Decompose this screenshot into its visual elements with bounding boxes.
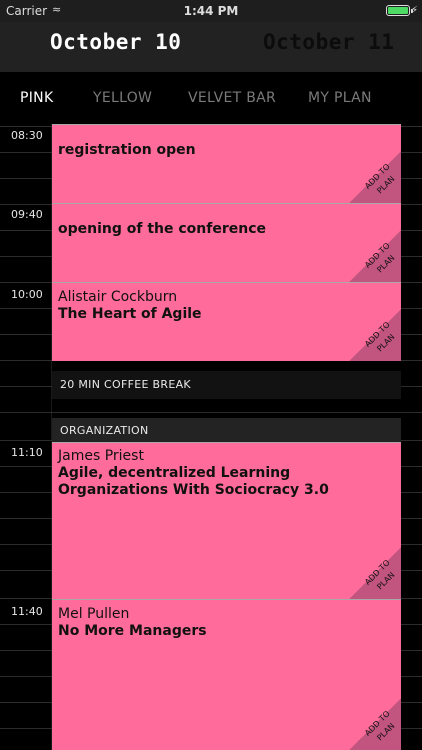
venue-tab-bar: PINK YELLOW VELVET BAR MY PLAN <box>0 72 422 124</box>
time-label: 11:40 <box>11 605 43 618</box>
session-title: Agile, decentralized Learning Organizati… <box>58 465 329 498</box>
session-card-opening[interactable]: opening of the conference ADD TO PLAN <box>52 203 401 282</box>
status-bar: Carrier ≈ 1:44 PM ⚡ <box>0 0 422 22</box>
session-title: No More Managers <box>58 623 207 639</box>
session-card-no-more-managers[interactable]: Mel Pullen No More Managers ADD TO PLAN <box>52 599 401 750</box>
date-tab-october-10[interactable]: October 10 <box>50 30 181 54</box>
grid-line <box>0 412 422 413</box>
coffee-break-label: 20 MIN COFFEE BREAK <box>60 378 191 391</box>
tab-velvet-bar[interactable]: VELVET BAR <box>188 90 276 106</box>
add-to-plan-label: ADD TO PLAN <box>363 162 397 196</box>
tab-my-plan[interactable]: MY PLAN <box>308 90 372 106</box>
add-to-plan-button[interactable]: ADD TO PLAN <box>349 230 401 282</box>
time-label: 10:00 <box>11 288 43 301</box>
time-label: 09:40 <box>11 208 43 221</box>
add-to-plan-button[interactable]: ADD TO PLAN <box>349 309 401 361</box>
add-to-plan-button[interactable]: ADD TO PLAN <box>349 698 401 750</box>
session-card-sociocracy[interactable]: James Priest Agile, decentralized Learni… <box>52 442 401 599</box>
add-to-plan-button[interactable]: ADD TO PLAN <box>349 151 401 203</box>
add-to-plan-label: ADD TO PLAN <box>363 320 397 354</box>
add-to-plan-label: ADD TO PLAN <box>363 558 397 592</box>
date-tab-bar: October 10 October 11 <box>0 22 422 72</box>
coffee-break-row: 20 MIN COFFEE BREAK <box>52 371 401 399</box>
add-to-plan-label: ADD TO PLAN <box>363 241 397 275</box>
date-tab-october-11[interactable]: October 11 <box>263 30 394 54</box>
add-to-plan-button[interactable]: ADD TO PLAN <box>349 547 401 599</box>
session-speaker: Mel Pullen <box>58 606 130 622</box>
charging-icon: ⚡ <box>410 5 418 16</box>
session-title: The Heart of Agile <box>58 306 202 322</box>
schedule-list[interactable]: 08:30 09:40 10:00 11:10 11:40 registrati… <box>0 124 422 750</box>
session-speaker: Alistair Cockburn <box>58 289 178 305</box>
time-label: 08:30 <box>11 129 43 142</box>
battery-icon <box>386 5 413 16</box>
session-card-registration[interactable]: registration open ADD TO PLAN <box>52 124 401 203</box>
section-label: ORGANIZATION <box>60 424 149 437</box>
session-title: registration open <box>58 142 196 158</box>
time-label: 11:10 <box>11 446 43 459</box>
add-to-plan-label: ADD TO PLAN <box>363 709 397 743</box>
status-time: 1:44 PM <box>183 4 239 18</box>
tab-yellow[interactable]: YELLOW <box>93 90 152 106</box>
session-card-heart-of-agile[interactable]: Alistair Cockburn The Heart of Agile ADD… <box>52 282 401 361</box>
tab-pink[interactable]: PINK <box>20 90 53 106</box>
session-speaker: James Priest <box>58 448 144 464</box>
session-title: opening of the conference <box>58 221 267 237</box>
battery-level <box>388 7 408 14</box>
section-header-organization: ORGANIZATION <box>52 418 401 442</box>
